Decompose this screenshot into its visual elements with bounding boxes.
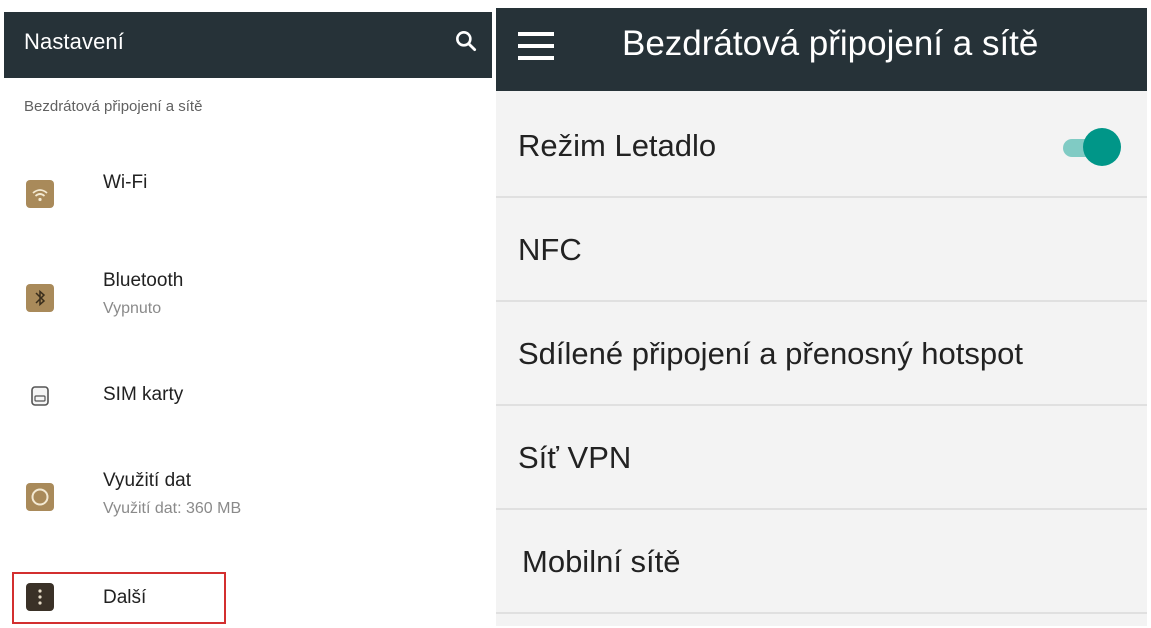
settings-panel: Nastavení Bezdrátová připojení a sítě Wi…: [4, 12, 492, 628]
data-usage-icon: [26, 483, 54, 511]
mobile-networks-label: Mobilní sítě: [522, 544, 681, 579]
settings-item-label: Bluetooth: [103, 270, 184, 291]
wireless-title: Bezdrátová připojení a sítě: [622, 24, 1039, 63]
wireless-app-bar: Bezdrátová připojení a sítě: [496, 8, 1147, 91]
nfc-row[interactable]: NFC: [496, 198, 1147, 302]
airplane-mode-label: Režim Letadlo: [518, 128, 717, 163]
tethering-hotspot-label: Sdílené připojení a přenosný hotspot: [518, 336, 1023, 371]
mobile-networks-row[interactable]: Mobilní sítě: [496, 510, 1147, 614]
wifi-icon: [26, 180, 54, 208]
settings-item-sim-cards[interactable]: SIM karty: [4, 370, 492, 430]
bluetooth-icon: [26, 284, 54, 312]
settings-item-label: SIM karty: [103, 384, 184, 405]
tethering-hotspot-row[interactable]: Sdílené připojení a přenosný hotspot: [496, 302, 1147, 406]
settings-item-label: Využití dat: [103, 470, 192, 491]
settings-item-bluetooth[interactable]: Bluetooth Vypnuto: [4, 260, 492, 340]
section-header-wireless: Bezdrátová připojení a sítě: [24, 98, 203, 115]
sim-card-icon: [31, 386, 49, 406]
settings-item-subtitle: Využití dat: 360 MB: [103, 500, 242, 517]
settings-title: Nastavení: [24, 29, 124, 54]
vpn-label: Síť VPN: [518, 440, 632, 475]
nfc-label: NFC: [518, 232, 582, 267]
airplane-mode-toggle[interactable]: [1063, 128, 1121, 168]
toggle-thumb: [1083, 128, 1121, 166]
vpn-row[interactable]: Síť VPN: [496, 406, 1147, 510]
settings-item-data-usage[interactable]: Využití dat Využití dat: 360 MB: [4, 460, 492, 540]
settings-app-bar: Nastavení: [4, 12, 492, 78]
settings-item-subtitle: Vypnuto: [103, 300, 162, 317]
wireless-networks-panel: Bezdrátová připojení a sítě Režim Letadl…: [496, 8, 1147, 626]
highlight-box: [12, 572, 226, 624]
search-icon[interactable]: [453, 28, 479, 54]
settings-item-wifi[interactable]: Wi-Fi: [4, 160, 492, 230]
hamburger-menu-icon[interactable]: [518, 32, 554, 62]
airplane-mode-row[interactable]: Režim Letadlo: [496, 94, 1147, 198]
settings-item-label: Wi-Fi: [103, 172, 148, 193]
